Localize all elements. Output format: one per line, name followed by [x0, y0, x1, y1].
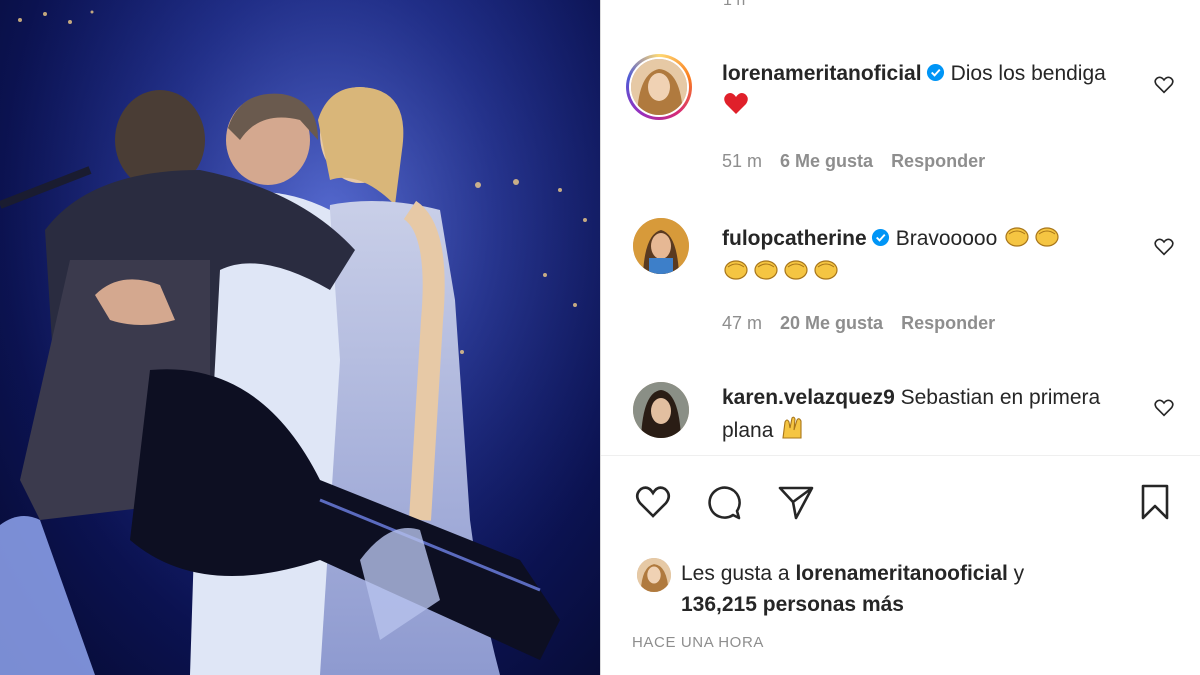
verified-badge-icon — [926, 63, 944, 82]
clapping-hands-icon — [1005, 227, 1029, 247]
like-comment-heart-icon[interactable] — [1153, 397, 1175, 419]
post-timestamp[interactable]: HACE UNA HORA — [632, 634, 764, 651]
previous-comment-stub: 1 h — [723, 0, 746, 9]
comment-text: Bravooooo — [895, 227, 998, 250]
like-comment-heart-icon[interactable] — [1153, 236, 1175, 258]
likes-prefix: Les gusta a — [681, 562, 790, 585]
likes-user-link[interactable]: lorenameritanooficial — [795, 562, 1007, 585]
actions-divider — [601, 455, 1200, 456]
reply-button[interactable]: Responder — [891, 151, 985, 171]
comment-bubble-icon[interactable] — [704, 482, 744, 522]
avatar-image — [631, 59, 687, 115]
avatar[interactable] — [631, 59, 687, 115]
likes-others-link[interactable]: 136,215 personas más — [681, 593, 904, 616]
verified-badge-icon — [871, 228, 889, 247]
avatar-image — [637, 558, 671, 592]
save-bookmark-icon[interactable] — [1135, 482, 1175, 522]
reply-button[interactable]: Responder — [901, 313, 995, 333]
avatar[interactable] — [633, 382, 689, 438]
clapping-hands-icon — [784, 260, 808, 280]
red-heart-icon — [724, 93, 748, 114]
clapping-hands-icon — [754, 260, 778, 280]
comment-time[interactable]: 47 m — [722, 313, 762, 333]
clapping-hands-icon — [724, 260, 748, 280]
comment-text: Dios los bendiga — [950, 62, 1106, 85]
liker-avatar[interactable] — [637, 558, 671, 592]
comment-likes[interactable]: 6 Me gusta — [780, 151, 873, 171]
share-send-icon[interactable] — [776, 482, 816, 522]
comment-username[interactable]: karen.velazquez9 — [722, 386, 895, 409]
avatar-image — [633, 218, 689, 274]
likes-summary: Les gusta a lorenameritanooficial y 136,… — [681, 558, 1101, 620]
raising-hands-icon — [782, 416, 802, 439]
comments-pane: 1 h lorenameritanoficial Dios los bendiga… — [601, 0, 1200, 675]
comment-username[interactable]: lorenameritanoficial — [722, 62, 922, 85]
like-comment-heart-icon[interactable] — [1153, 74, 1175, 96]
concert-photo-illustration — [0, 0, 600, 675]
like-heart-icon[interactable] — [633, 482, 673, 522]
avatar-image — [633, 382, 689, 438]
clapping-hands-icon — [1035, 227, 1059, 247]
comment-time[interactable]: 51 m — [722, 151, 762, 171]
comment-username[interactable]: fulopcatherine — [722, 227, 867, 250]
clapping-hands-icon — [814, 260, 838, 280]
avatar[interactable] — [633, 218, 689, 274]
likes-connector: y — [1013, 562, 1025, 585]
post-photo — [0, 0, 600, 675]
comment-likes[interactable]: 20 Me gusta — [780, 313, 883, 333]
